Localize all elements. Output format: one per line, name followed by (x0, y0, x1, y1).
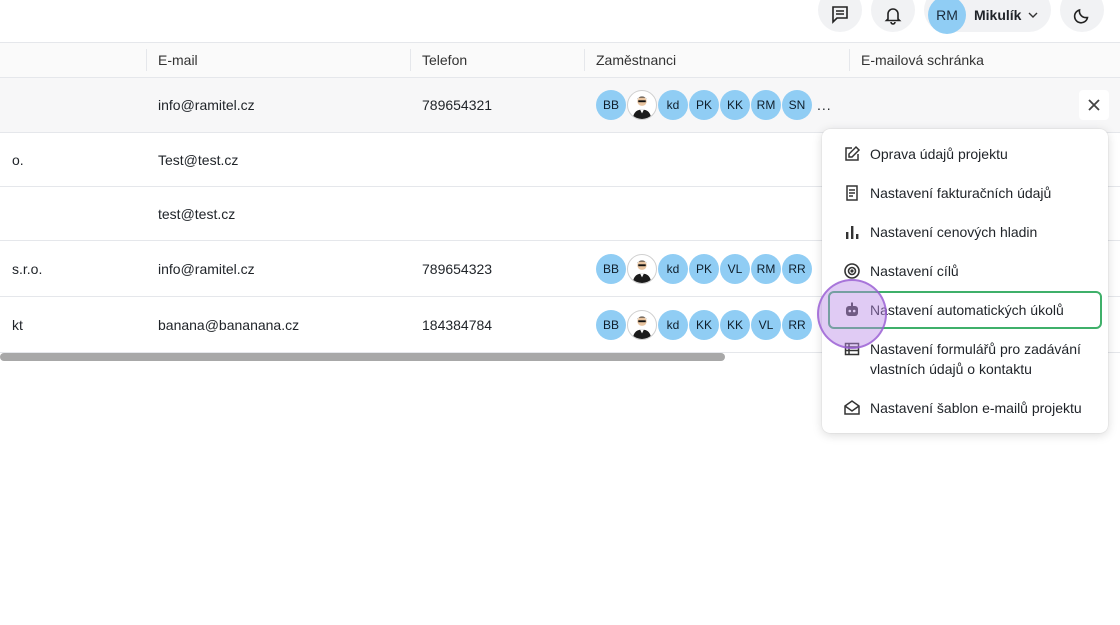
cell-employees (584, 132, 849, 187)
cell-name: o. (0, 132, 146, 187)
click-highlight (817, 279, 887, 349)
employee-avatar[interactable]: RM (751, 90, 781, 120)
employee-avatar[interactable]: BB (596, 253, 626, 284)
cell-name (0, 77, 146, 133)
employee-avatar[interactable]: kd (658, 309, 688, 340)
employee-avatar[interactable]: PK (689, 253, 719, 284)
menu-item-label: Nastavení automatických úkolů (870, 302, 1064, 318)
target-icon (844, 263, 860, 279)
mail-icon (844, 400, 860, 415)
menu-item-goals[interactable]: Nastavení cílů (828, 261, 1102, 281)
user-avatar: RM (928, 0, 966, 34)
employee-avatar[interactable]: kd (658, 90, 688, 120)
employee-avatar[interactable]: VL (751, 309, 781, 340)
employee-avatar[interactable]: SN (782, 90, 812, 120)
moon-icon (1073, 8, 1089, 24)
cell-email: banana@bananana.cz (146, 296, 410, 353)
theme-toggle-button[interactable] (1060, 0, 1104, 32)
employee-avatar[interactable]: KK (720, 309, 750, 340)
menu-item-label: Nastavení šablon e-mailů projektu (870, 400, 1082, 416)
cell-phone (410, 132, 584, 187)
menu-item-label: Nastavení fakturačních údajů (870, 185, 1052, 201)
cell-email: info@ramitel.cz (146, 77, 410, 133)
menu-item-label: Nastavení cenových hladin (870, 224, 1038, 240)
cell-phone (410, 186, 584, 241)
menu-item-label: Oprava údajů projektu (870, 146, 1008, 162)
column-header-employees[interactable]: Zaměstnanci (584, 42, 849, 78)
menu-item-billing[interactable]: Nastavení fakturačních údajů (828, 183, 1102, 203)
column-header-email[interactable]: E-mail (146, 42, 410, 78)
cell-employees: BB kd KK KK VL RR (584, 296, 849, 353)
employee-avatar[interactable]: KK (720, 90, 750, 120)
employee-avatar[interactable]: BB (596, 309, 626, 340)
employee-avatar[interactable]: PK (689, 90, 719, 120)
cell-name (0, 186, 146, 241)
cell-phone: 184384784 (410, 296, 584, 353)
cell-name: kt (0, 296, 146, 353)
menu-item-label: Nastavení formulářů pro zadávání vlastní… (870, 341, 1081, 377)
employee-avatar[interactable]: RR (782, 309, 812, 340)
employee-avatar[interactable]: RM (751, 253, 781, 284)
close-button[interactable] (1079, 90, 1109, 120)
employee-photo-avatar[interactable] (627, 309, 657, 340)
cell-email: test@test.cz (146, 186, 410, 241)
cell-employees: BB kd PK KK RM SN... (584, 77, 849, 133)
column-header-phone[interactable]: Telefon (410, 42, 584, 78)
bell-icon (884, 8, 902, 25)
horizontal-scrollbar[interactable] (0, 353, 725, 361)
cell-employees: BB kd PK VL RM RR (584, 240, 849, 297)
more-employees-indicator[interactable]: ... (817, 97, 832, 113)
cell-email: Test@test.cz (146, 132, 410, 187)
employee-avatar[interactable]: BB (596, 90, 626, 120)
menu-item-edit-project[interactable]: Oprava údajů projektu (828, 144, 1102, 164)
employee-photo-avatar[interactable] (627, 90, 657, 120)
cell-phone: 789654321 (410, 77, 584, 133)
edit-icon (845, 145, 861, 161)
employee-avatar[interactable]: VL (720, 253, 750, 284)
menu-item-email-templates[interactable]: Nastavení šablon e-mailů projektu (828, 398, 1102, 418)
table-header-row: E-mail Telefon Zaměstnanci E-mailová sch… (0, 42, 1120, 78)
employee-avatar[interactable]: RR (782, 253, 812, 284)
close-icon (1088, 99, 1100, 111)
chat-icon (832, 6, 848, 24)
column-header-mailbox[interactable]: E-mailová schránka (849, 42, 1120, 78)
chevron-down-icon (1028, 12, 1038, 18)
employee-avatar[interactable]: KK (689, 309, 719, 340)
menu-item-price-levels[interactable]: Nastavení cenových hladin (828, 222, 1102, 242)
chat-button[interactable] (818, 0, 862, 32)
notifications-button[interactable] (871, 0, 915, 32)
cell-name: s.r.o. (0, 240, 146, 297)
cell-employees (584, 186, 849, 241)
bar-chart-icon (846, 226, 859, 239)
table-row[interactable]: info@ramitel.cz 789654321 BB kd PK KK RM SN... (0, 77, 1120, 133)
menu-item-contact-forms[interactable]: Nastavení formulářů pro zadávání vlastní… (828, 339, 1102, 379)
top-bar: RM Mikulík (0, 0, 1120, 42)
column-header-name[interactable] (0, 42, 146, 78)
cell-email: info@ramitel.cz (146, 240, 410, 297)
user-name: Mikulík (974, 7, 1022, 23)
employee-photo-avatar[interactable] (627, 253, 657, 284)
user-menu-button[interactable]: RM Mikulík (924, 0, 1051, 34)
invoice-icon (846, 185, 858, 201)
menu-item-label: Nastavení cílů (870, 263, 959, 279)
cell-phone: 789654323 (410, 240, 584, 297)
employee-avatar[interactable]: kd (658, 253, 688, 284)
